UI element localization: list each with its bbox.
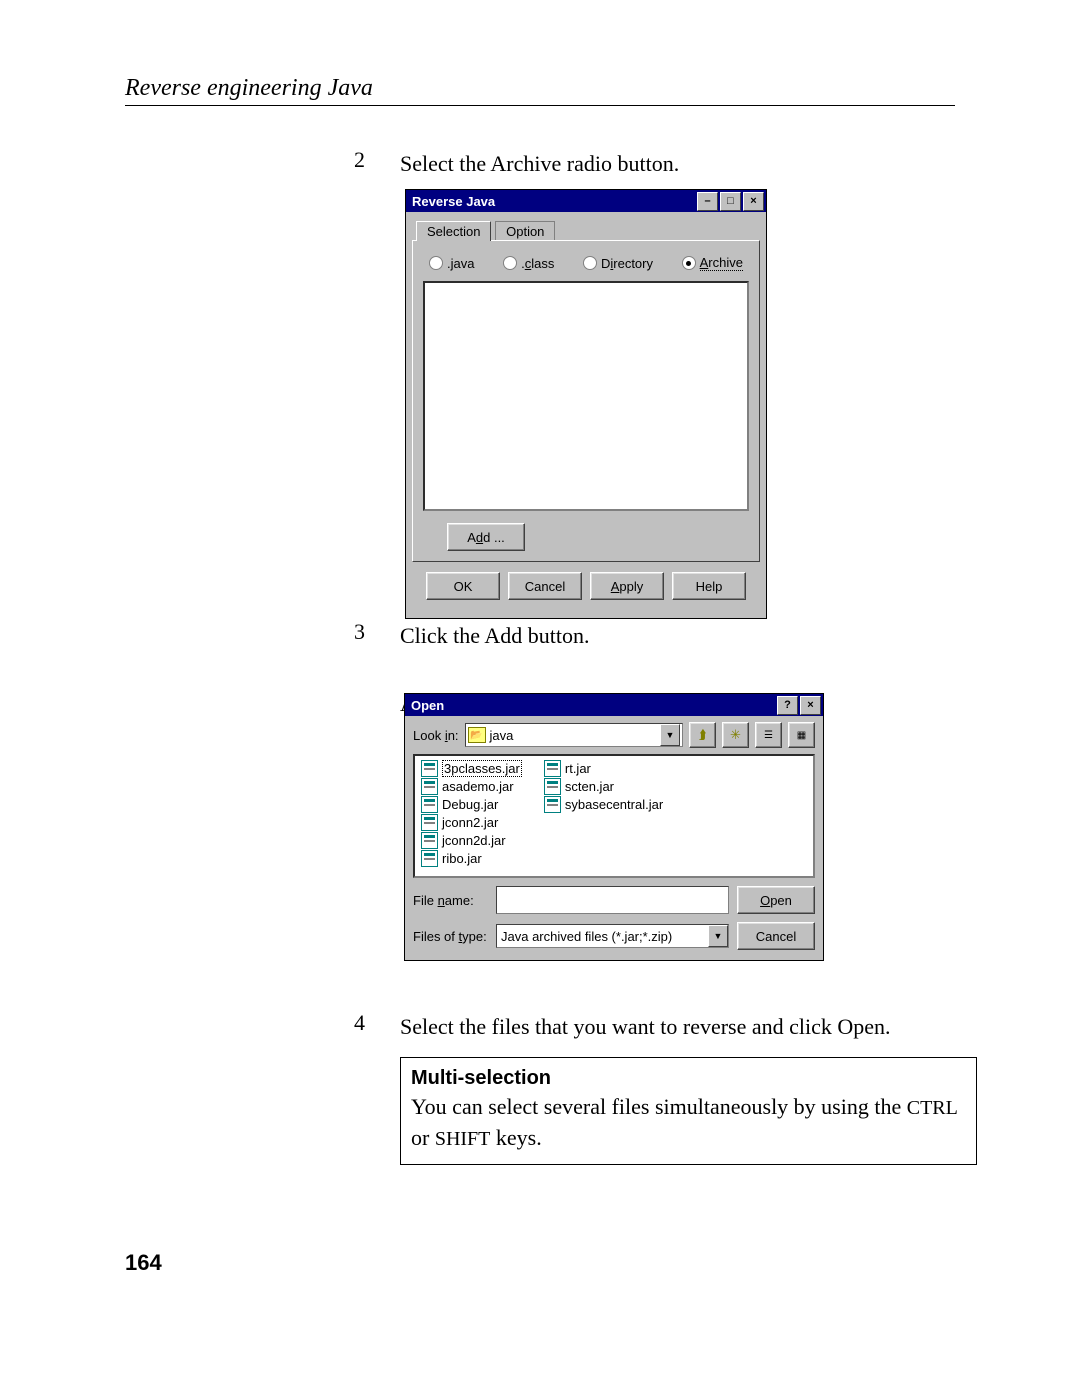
file-item[interactable]: sybasecentral.jar [544,796,663,812]
reverse-java-dialog: Reverse Java – □ × Selection Option .jav… [405,189,767,619]
step-number-2: 2 [335,147,365,173]
file-icon [421,778,438,795]
file-icon [421,832,438,849]
help-icon[interactable]: ? [777,696,798,715]
radio-icon [583,256,597,270]
step-number-4: 4 [335,1010,365,1036]
file-icon [544,796,561,813]
lookin-combo[interactable]: 📂 java ▼ [465,723,683,747]
file-icon [421,760,438,777]
open-titlebar: Open ? × [405,694,823,716]
list-view-icon[interactable]: ☰ [755,722,782,748]
dropdown-arrow-icon[interactable]: ▼ [708,925,728,947]
file-icon [421,796,438,813]
file-name: rt.jar [565,761,591,776]
radio-icon [429,256,443,270]
file-item[interactable]: asademo.jar [421,778,522,794]
radio-icon [503,256,517,270]
cancel-button[interactable]: Cancel [737,922,815,950]
new-folder-icon[interactable]: ✳ [722,722,749,748]
file-name: jconn2d.jar [442,833,506,848]
page-header: Reverse engineering Java [125,75,955,102]
step-text-line1: Click the Add button. [400,623,589,648]
file-item[interactable]: scten.jar [544,778,663,794]
ok-button[interactable]: OK [426,572,500,600]
open-button[interactable]: Open [737,886,815,914]
file-icon [421,814,438,831]
maximize-icon[interactable]: □ [720,192,741,211]
page-number: 164 [125,1250,162,1276]
details-view-icon[interactable]: ▦ [788,722,815,748]
radio-directory[interactable]: Directory [583,255,653,271]
lookin-value: java [490,728,656,743]
radio-icon-selected [682,256,696,270]
radio-label: Directory [601,256,653,271]
note-body: You can select several files simultaneou… [411,1092,966,1154]
help-button[interactable]: Help [672,572,746,600]
file-item[interactable]: ribo.jar [421,850,522,866]
radio-label: .class [521,256,554,271]
file-icon [544,778,561,795]
tab-selection[interactable]: Selection [416,221,491,241]
file-name: Debug.jar [442,797,498,812]
radio-archive[interactable]: Archive [682,255,743,271]
minimize-icon[interactable]: – [697,192,718,211]
file-name: ribo.jar [442,851,482,866]
filename-input[interactable] [496,886,729,914]
file-item[interactable]: 3pclasses.jar [421,760,522,776]
dropdown-arrow-icon[interactable]: ▼ [660,724,680,746]
radio-java[interactable]: .java [429,255,474,271]
open-dialog: Open ? × Look in: 📂 java ▼ ⮭ ✳ ☰ ▦ 3pcla… [404,693,824,961]
filetype-label: Files of type: [413,929,488,944]
apply-button[interactable]: Apply [590,572,664,600]
lookin-label: Look in: [413,728,459,743]
file-name: jconn2.jar [442,815,498,830]
radio-class[interactable]: .class [503,255,554,271]
file-name: scten.jar [565,779,614,794]
up-one-level-icon[interactable]: ⮭ [689,722,716,748]
filetype-value: Java archived files (*.jar;*.zip) [497,925,708,947]
dialog-titlebar: Reverse Java – □ × [406,190,766,212]
dialog-title: Reverse Java [412,194,495,209]
cancel-button[interactable]: Cancel [508,572,582,600]
open-title: Open [411,698,444,713]
selection-listbox[interactable] [423,281,749,511]
step-text-2: Select the Archive radio button. [400,147,1040,181]
tab-panel: .java .class Directory Archive [412,240,760,562]
tab-option[interactable]: Option [495,221,555,241]
step-number-3: 3 [335,619,365,645]
close-icon[interactable]: × [800,696,821,715]
add-button[interactable]: Add ... [447,523,525,551]
radio-label: Archive [700,255,743,271]
step-text-4: Select the files that you want to revers… [400,1010,1040,1044]
file-item[interactable]: Debug.jar [421,796,522,812]
file-item[interactable]: jconn2.jar [421,814,522,830]
file-name: 3pclasses.jar [442,760,522,777]
filename-label: File name: [413,893,488,908]
header-rule [125,105,955,106]
radio-label: .java [447,256,474,271]
file-icon [544,760,561,777]
note-box: Multi-selection You can select several f… [400,1057,977,1165]
file-icon [421,850,438,867]
file-name: sybasecentral.jar [565,797,663,812]
close-icon[interactable]: × [743,192,764,211]
file-item[interactable]: rt.jar [544,760,663,776]
open-folder-icon: 📂 [468,727,486,743]
file-list-pane[interactable]: 3pclasses.jar asademo.jar Debug.jar jcon… [413,754,815,878]
note-title: Multi-selection [411,1064,966,1092]
file-item[interactable]: jconn2d.jar [421,832,522,848]
tabs: Selection Option [412,216,760,240]
filetype-combo[interactable]: Java archived files (*.jar;*.zip) ▼ [496,924,729,948]
file-name: asademo.jar [442,779,514,794]
